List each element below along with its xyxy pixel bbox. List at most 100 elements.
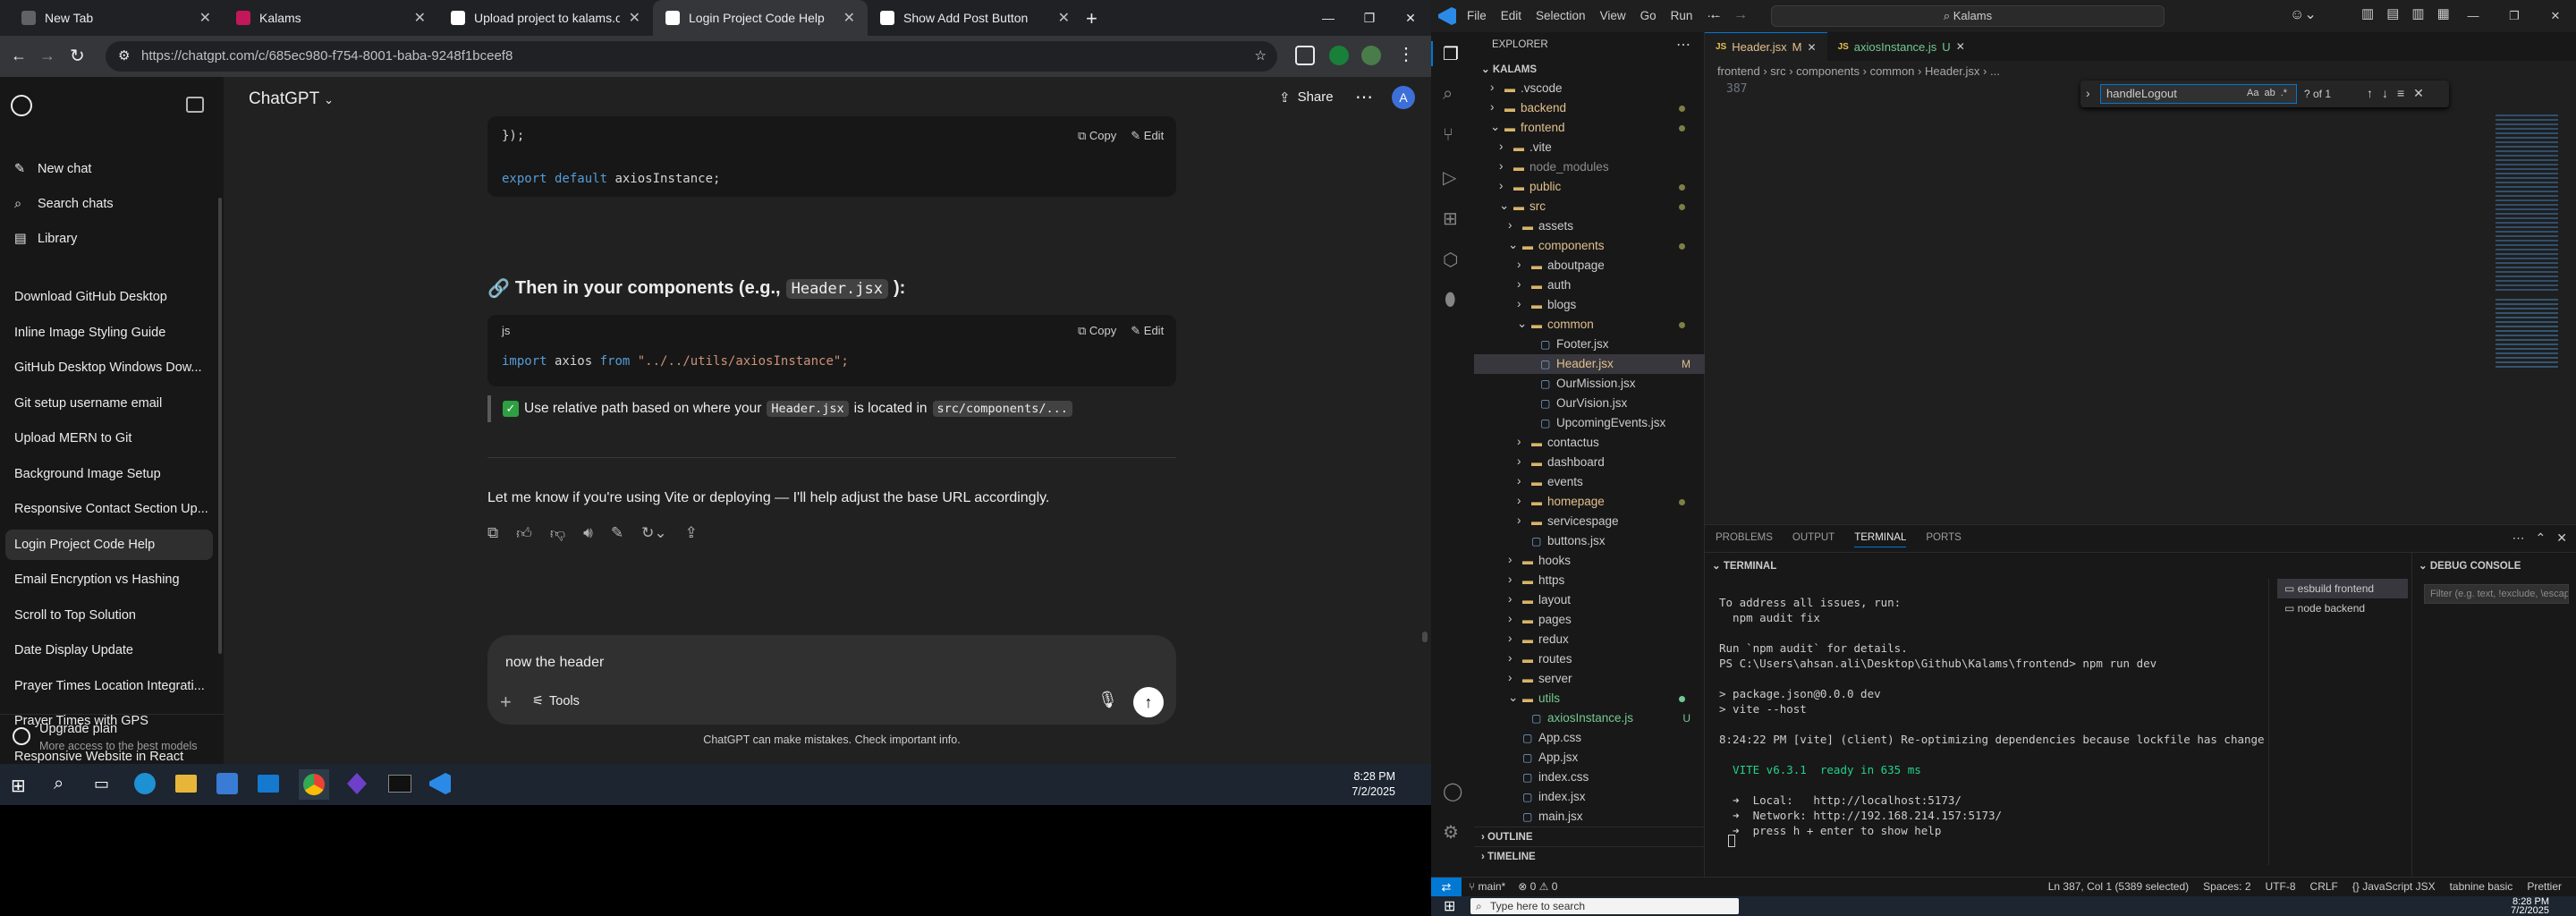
folder-item[interactable]: › ▬ contactus (1474, 433, 1705, 453)
folder-item[interactable]: › ▬ public (1474, 177, 1705, 197)
send-button[interactable]: ↑ (1133, 687, 1164, 717)
outline-section[interactable]: › OUTLINE (1474, 827, 1705, 846)
back-icon[interactable]: ← (11, 47, 27, 65)
editor-tab[interactable]: JS Header.jsx M ✕ (1705, 32, 1827, 61)
menu-item[interactable]: Run (1671, 0, 1693, 32)
close-tab-icon[interactable]: ✕ (629, 9, 640, 27)
openai-logo-icon[interactable] (11, 95, 32, 116)
browser-tab[interactable]: Upload project to kalams.org ✕ (438, 0, 653, 36)
file-item[interactable]: ▢ App.jsx (1474, 748, 1705, 768)
terminal-section[interactable]: ⌄ TERMINAL (1712, 559, 1776, 572)
mongodb-icon[interactable]: ⬮ (1445, 290, 1456, 310)
close-tab-icon[interactable]: ✕ (843, 9, 855, 27)
new-tab-button[interactable]: + (1086, 7, 1097, 30)
folder-item[interactable]: › ▬ .vite (1474, 138, 1705, 157)
edit-in-canvas-icon[interactable]: ✎ (611, 524, 623, 543)
sidebar-item-search-chats[interactable]: ⌕ Search chats (0, 189, 218, 219)
folder-item[interactable]: › ▬ https (1474, 571, 1705, 590)
minimap[interactable] (2496, 114, 2567, 526)
explorer-more-icon[interactable]: ⋯ (1676, 36, 1690, 54)
microphone-icon[interactable]: 🎙︎ (1097, 691, 1118, 709)
profile-avatar[interactable] (1361, 46, 1381, 65)
file-explorer-icon[interactable] (175, 775, 197, 793)
breadcrumb-item[interactable]: common (1870, 64, 1915, 78)
close-find-icon[interactable]: ✕ (2413, 86, 2424, 101)
folder-item[interactable]: › ▬ routes (1474, 649, 1705, 669)
extension-icon[interactable] (1295, 46, 1315, 65)
next-match-icon[interactable]: ↓ (2382, 86, 2388, 101)
file-item[interactable]: ▢ Header.jsx M (1474, 354, 1705, 374)
file-item[interactable]: ▢ UpcomingEvents.jsx (1474, 413, 1705, 433)
thumbs-down-icon[interactable]: 👎︎ (550, 524, 565, 543)
folder-item[interactable]: › ▬ hooks (1474, 551, 1705, 571)
task-view-icon[interactable]: ▭ (94, 775, 109, 793)
copilot-icon[interactable]: ☺⌄ (2290, 5, 2317, 23)
close-tab-icon[interactable]: ✕ (1058, 9, 1070, 27)
status-item[interactable]: tabnine basic (2450, 880, 2513, 893)
layout-panel-icon[interactable]: ▤ (2386, 5, 2399, 21)
chat-history-item[interactable]: Date Display Update (0, 635, 218, 666)
menu-item[interactable]: View (1600, 0, 1626, 32)
folder-item[interactable]: › ▬ layout (1474, 590, 1705, 610)
terminal-output[interactable]: To address all issues, run: npm audit fi… (1719, 595, 2265, 854)
search-view-icon[interactable]: ⌕ (1443, 84, 1453, 105)
toggle-replace-icon[interactable]: › (2086, 86, 2090, 100)
panel-more-icon[interactable]: ⋯ (2512, 530, 2525, 546)
share-button[interactable]: ⇪ Share (1279, 89, 1334, 106)
tools-button[interactable]: ⚟ Tools (532, 694, 580, 708)
minimize-button[interactable]: — (1308, 0, 1349, 36)
folder-item[interactable]: › ▬ backend (1474, 98, 1705, 118)
chat-history-item[interactable]: Download GitHub Desktop (0, 282, 218, 312)
folder-item[interactable]: › ▬ homepage (1474, 492, 1705, 512)
sidebar-scrollbar[interactable] (218, 198, 222, 654)
accounts-icon[interactable]: ◯ (1443, 780, 1462, 802)
folder-item[interactable]: › ▬ auth (1474, 276, 1705, 295)
layout-secondary-icon[interactable]: ▥ (2411, 5, 2424, 21)
source-control-icon[interactable]: ⑂ (1443, 125, 1453, 146)
read-aloud-icon[interactable]: 🔊︎ (583, 524, 593, 543)
editor-tab[interactable]: JS axiosInstance.js U ✕ (1827, 32, 1976, 61)
more-options-icon[interactable]: ⋯ (1355, 86, 1373, 108)
chat-history-item[interactable]: Git setup username email (0, 388, 218, 419)
menu-kebab-icon[interactable]: ⋮ (1397, 43, 1415, 65)
copy-code-button-2[interactable]: ⧉ Copy (1078, 324, 1116, 338)
browser-tab[interactable]: Show Add Post Button ✕ (868, 0, 1082, 36)
file-item[interactable]: ▢ buttons.jsx (1474, 531, 1705, 551)
whole-word-icon[interactable]: ab (2264, 88, 2275, 98)
close-tab-icon[interactable]: ✕ (199, 9, 211, 27)
mail-icon[interactable] (258, 775, 279, 793)
folder-item[interactable]: ⌄ ▬ common (1474, 315, 1705, 335)
clock[interactable]: 8:28 PM 7/2/2025 (1270, 769, 1395, 800)
close-window-button[interactable]: ✕ (1390, 0, 1431, 36)
url-field[interactable]: ⚙ https://chatgpt.com/c/685ec980-f754-80… (106, 41, 1277, 72)
debug-filter-input[interactable]: Filter (e.g. text, !exclude, \escape) (2424, 584, 2569, 604)
sidebar-item-library[interactable]: ▤ Library (0, 224, 218, 254)
breadcrumb-item[interactable]: src (1770, 64, 1785, 78)
file-item[interactable]: ▢ App.css (1474, 728, 1705, 748)
browser-tab[interactable]: New Tab ✕ (9, 0, 224, 36)
folder-item[interactable]: › ▬ aboutpage (1474, 256, 1705, 276)
sidebar-toggle-icon[interactable] (186, 97, 204, 113)
status-item[interactable]: Prettier (2527, 880, 2562, 893)
panel-tab[interactable]: TERMINAL (1854, 532, 1907, 547)
chat-history-item[interactable]: Prayer Times Location Integrati... (0, 671, 218, 701)
edit-code-button-2[interactable]: ✎ Edit (1131, 324, 1164, 338)
extension-green-icon[interactable] (1329, 46, 1349, 65)
folder-item[interactable]: › ▬ blogs (1474, 295, 1705, 315)
breadcrumb-item[interactable]: components (1796, 64, 1860, 78)
vscode-maximize-button[interactable]: ❐ (2494, 0, 2535, 32)
status-item[interactable]: CRLF (2310, 880, 2338, 893)
close-tab-icon[interactable]: ✕ (414, 9, 426, 27)
chat-history-item[interactable]: Inline Image Styling Guide (0, 318, 218, 348)
folder-item[interactable]: › ▬ .vscode (1474, 79, 1705, 98)
menu-item[interactable]: File (1467, 0, 1487, 32)
find-in-selection-icon[interactable]: ≡ (2397, 86, 2404, 101)
debug-console-section[interactable]: ⌄ DEBUG CONSOLE (2419, 559, 2521, 572)
share-message-icon[interactable]: ⇪ (685, 524, 698, 543)
regex-icon[interactable]: .* (2281, 88, 2287, 98)
terminal-icon[interactable] (388, 775, 411, 793)
folder-item[interactable]: › ▬ assets (1474, 216, 1705, 236)
model-selector[interactable]: ChatGPT ⌄ (249, 89, 334, 109)
bookmark-star-icon[interactable]: ☆ (1255, 41, 1267, 72)
status-item[interactable]: UTF-8 (2266, 880, 2296, 893)
